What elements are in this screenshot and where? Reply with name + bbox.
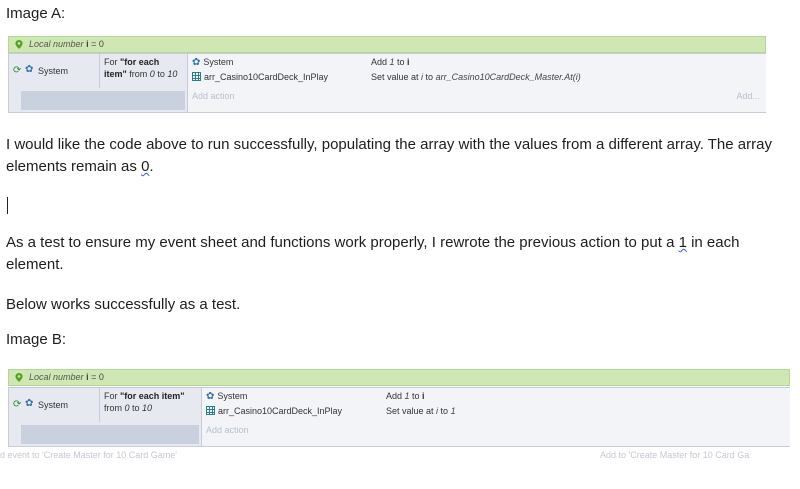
action-text: Set value at i to 1 — [386, 406, 456, 416]
for-prefix: For — [104, 391, 121, 401]
action-object: arr_Casino10CardDeck_InPlay — [206, 406, 342, 416]
for-condition[interactable]: For "for each item" from 0 to 10 — [99, 388, 199, 422]
actions-column: ✿ System Add 1 to i arr_Casino10CardDeck_… — [187, 54, 766, 112]
action-target: 1 — [450, 406, 456, 416]
action-verb: Add — [371, 57, 390, 67]
gear-icon: ✿ — [206, 391, 215, 402]
action-joiner: to — [423, 72, 436, 82]
action-object: ✿ System — [192, 57, 233, 68]
add-action-link[interactable]: Add action — [192, 91, 235, 101]
paragraph-3: Below works successfully as a test. — [6, 296, 241, 313]
action-object-name: arr_Casino10CardDeck_InPlay — [204, 72, 329, 82]
event-margin — [21, 91, 185, 110]
action-object-name: System — [203, 57, 234, 67]
action-row[interactable]: arr_Casino10CardDeck_InPlay Set value at… — [202, 405, 790, 419]
loop-name: "for each item" — [120, 391, 185, 401]
paragraph-1-end: . — [149, 158, 154, 175]
action-joiner: to — [394, 57, 408, 67]
paragraph-2-value: 1 — [678, 234, 687, 251]
variable-value: = 0 — [88, 372, 104, 382]
action-text: Add 1 to i — [371, 57, 410, 67]
paragraph-1: I would like the code above to run succe… — [6, 134, 786, 178]
add-action-link[interactable]: Add action — [206, 425, 249, 435]
gear-icon: ✿ — [192, 57, 201, 68]
grid-icon — [206, 406, 215, 415]
action-target: i — [407, 57, 410, 67]
add-event-link[interactable]: d event to 'Create Master for 10 Card Ga… — [0, 450, 177, 460]
text-cursor — [7, 197, 8, 214]
event-margin — [21, 425, 199, 444]
add-to-group-link[interactable]: Add to 'Create Master for 10 Card Ga — [600, 450, 749, 460]
action-row[interactable]: ✿ System Add 1 to i — [188, 56, 766, 70]
condition-object: System — [38, 400, 69, 410]
map-pin-icon — [15, 373, 23, 382]
add-link[interactable]: Add... — [736, 91, 760, 101]
action-joiner: to — [409, 391, 423, 401]
gear-icon: ✿ — [25, 64, 34, 75]
gear-icon: ✿ — [25, 398, 34, 409]
local-variable-text: Local number i = 0 — [29, 372, 104, 382]
action-verb: Set value at — [386, 406, 437, 416]
local-variable-bar[interactable]: Local number i = 0 — [8, 369, 790, 386]
actions-column: ✿ System Add 1 to i arr_Casino10CardDeck_… — [201, 388, 790, 446]
for-prefix: For — [104, 57, 121, 67]
event-block[interactable]: ⟳ ✿ System For "for each item" from 0 to… — [8, 53, 766, 113]
paragraph-2-text: As a test to ensure my event sheet and f… — [6, 234, 679, 251]
for-to: to — [129, 403, 143, 413]
variable-value: = 0 — [88, 39, 104, 49]
paragraph-1-text: I would like the code above to run succe… — [6, 136, 772, 175]
action-row[interactable]: ✿ System Add 1 to i — [202, 390, 790, 404]
action-verb: Set value at — [371, 72, 422, 82]
for-from: from — [104, 403, 125, 413]
action-text: Set value at i to arr_Casino10CardDeck_M… — [371, 72, 581, 82]
action-row[interactable]: arr_Casino10CardDeck_InPlay Set value at… — [188, 71, 766, 85]
paragraph-2: As a test to ensure my event sheet and f… — [6, 232, 792, 276]
image-a-caption: Image A: — [6, 5, 66, 22]
variable-type: Local number — [29, 39, 84, 49]
action-target: arr_Casino10CardDeck_Master.At(i) — [435, 72, 581, 82]
for-condition[interactable]: For "for each item" from 0 to 10 — [99, 54, 185, 88]
action-verb: Add — [386, 391, 405, 401]
action-target: i — [422, 391, 425, 401]
action-object: ✿ System — [206, 391, 247, 402]
image-b-caption: Image B: — [6, 331, 67, 348]
action-object-name: System — [217, 391, 248, 401]
action-text: Add 1 to i — [386, 391, 425, 401]
to-value: 10 — [167, 69, 178, 79]
local-variable-bar[interactable]: Local number i = 0 — [8, 36, 766, 53]
event-block[interactable]: ⟳ ✿ System For "for each item" from 0 to… — [8, 387, 790, 447]
action-joiner: to — [438, 406, 451, 416]
for-to: to — [154, 69, 168, 79]
action-object-name: arr_Casino10CardDeck_InPlay — [218, 406, 343, 416]
action-object: arr_Casino10CardDeck_InPlay — [192, 72, 328, 82]
to-value: 10 — [142, 403, 153, 413]
for-from: from — [126, 69, 150, 79]
map-pin-icon — [15, 40, 23, 49]
loop-icon: ⟳ — [13, 65, 22, 76]
loop-icon: ⟳ — [13, 399, 22, 410]
grid-icon — [192, 72, 201, 81]
local-variable-text: Local number i = 0 — [29, 39, 104, 49]
condition-object: System — [38, 66, 69, 76]
variable-type: Local number — [29, 372, 84, 382]
